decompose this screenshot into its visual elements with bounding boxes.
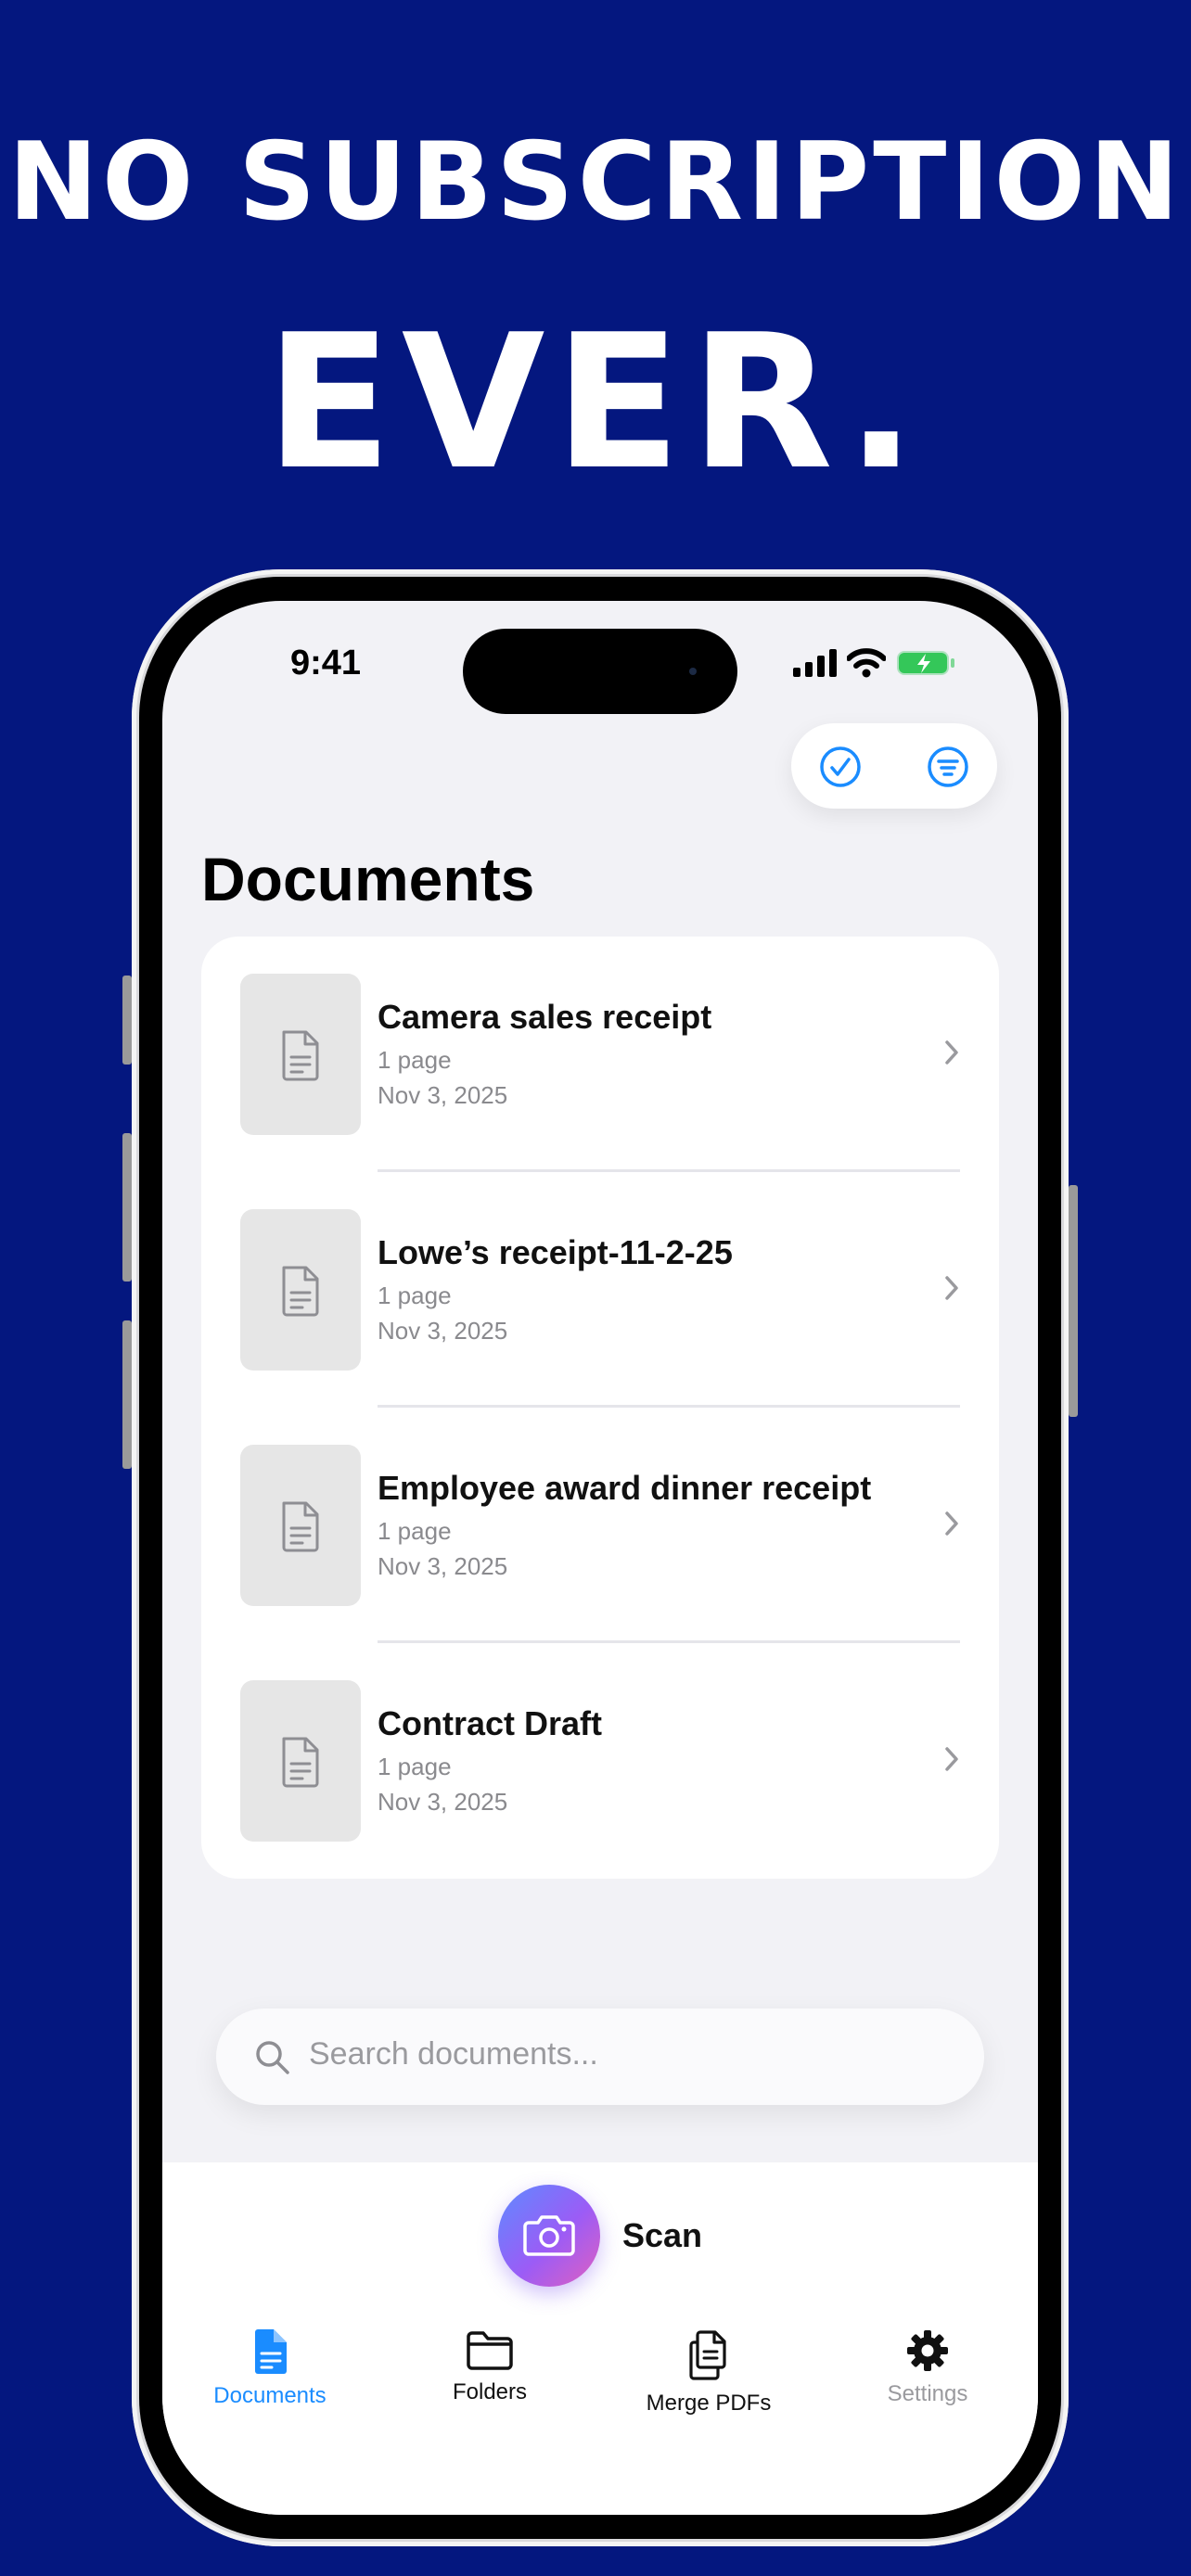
document-title: Camera sales receipt bbox=[378, 998, 712, 1036]
camera-icon bbox=[523, 2215, 575, 2256]
documents-list: Camera sales receipt 1 page Nov 3, 2025 … bbox=[201, 937, 999, 1879]
chevron-right-icon bbox=[945, 1747, 958, 1771]
scan-button[interactable] bbox=[498, 2185, 600, 2287]
page-title: Documents bbox=[201, 845, 535, 913]
dynamic-island bbox=[463, 629, 737, 714]
document-icon bbox=[282, 1501, 319, 1552]
bottom-bar: Scan Documents Folders Merge PDFs Settin… bbox=[162, 2162, 1038, 2515]
tab-folders[interactable]: Folders bbox=[397, 2329, 583, 2405]
tab-label: Merge PDFs bbox=[646, 2391, 772, 2416]
wifi-icon bbox=[847, 648, 886, 678]
tab-label: Documents bbox=[213, 2383, 327, 2408]
document-pages: 1 page bbox=[378, 1282, 452, 1309]
status-time: 9:41 bbox=[290, 644, 362, 682]
document-pages: 1 page bbox=[378, 1046, 452, 1074]
document-date: Nov 3, 2025 bbox=[378, 1081, 508, 1109]
tab-label: Folders bbox=[452, 2379, 528, 2404]
tab-settings[interactable]: Settings bbox=[835, 2329, 1020, 2407]
tab-label: Settings bbox=[887, 2381, 968, 2406]
chevron-right-icon bbox=[945, 1276, 958, 1300]
gear-icon bbox=[907, 2330, 948, 2371]
cellular-signal-icon bbox=[793, 649, 837, 677]
chevron-right-icon bbox=[945, 1511, 958, 1536]
search-bar[interactable]: Search documents... bbox=[216, 2009, 984, 2105]
search-icon bbox=[256, 2041, 289, 2074]
document-row[interactable]: Employee award dinner receipt 1 page Nov… bbox=[201, 1408, 999, 1643]
headline-line-2: EVER. bbox=[265, 295, 926, 511]
volume-up-button bbox=[122, 1133, 132, 1282]
headline-line-1: NO SUBSCRIPTION bbox=[7, 120, 1184, 245]
search-input[interactable]: Search documents... bbox=[309, 2036, 598, 2072]
document-title: Employee award dinner receipt bbox=[378, 1469, 872, 1507]
document-date: Nov 3, 2025 bbox=[378, 1552, 508, 1580]
chevron-right-icon bbox=[945, 1040, 958, 1065]
document-icon bbox=[282, 1030, 319, 1081]
document-title: Lowe’s receipt-11-2-25 bbox=[378, 1233, 733, 1271]
document-pages: 1 page bbox=[378, 1517, 452, 1545]
checkmark-circle-icon[interactable] bbox=[819, 746, 862, 788]
document-date: Nov 3, 2025 bbox=[378, 1317, 508, 1345]
power-button bbox=[1069, 1185, 1078, 1417]
volume-down-button bbox=[122, 1320, 132, 1469]
phone-screen: 9:41 Documents Camera sales receipt 1 pa… bbox=[162, 601, 1038, 2515]
document-title: Contract Draft bbox=[378, 1704, 603, 1742]
document-date: Nov 3, 2025 bbox=[378, 1788, 508, 1816]
document-thumbnail bbox=[240, 974, 361, 1135]
top-actions-pill bbox=[791, 723, 997, 809]
document-fill-icon bbox=[255, 2329, 287, 2374]
action-button bbox=[122, 976, 132, 1065]
status-icons bbox=[793, 647, 956, 679]
tab-documents[interactable]: Documents bbox=[177, 2329, 363, 2409]
document-icon bbox=[282, 1266, 319, 1317]
document-pages: 1 page bbox=[378, 1753, 452, 1780]
battery-icon bbox=[897, 651, 954, 675]
document-thumbnail bbox=[240, 1209, 361, 1371]
document-row[interactable]: Camera sales receipt 1 page Nov 3, 2025 bbox=[201, 937, 999, 1172]
scan-label: Scan bbox=[622, 2216, 703, 2254]
merge-pdfs-icon bbox=[689, 2330, 726, 2380]
document-row[interactable]: Contract Draft 1 page Nov 3, 2025 bbox=[201, 1643, 999, 1879]
tab-merge-pdfs[interactable]: Merge PDFs bbox=[616, 2329, 801, 2417]
folder-icon bbox=[467, 2331, 513, 2370]
document-thumbnail bbox=[240, 1680, 361, 1842]
filter-icon[interactable] bbox=[927, 746, 969, 788]
document-thumbnail bbox=[240, 1445, 361, 1606]
document-row[interactable]: Lowe’s receipt-11-2-25 1 page Nov 3, 202… bbox=[201, 1172, 999, 1408]
document-icon bbox=[282, 1737, 319, 1788]
